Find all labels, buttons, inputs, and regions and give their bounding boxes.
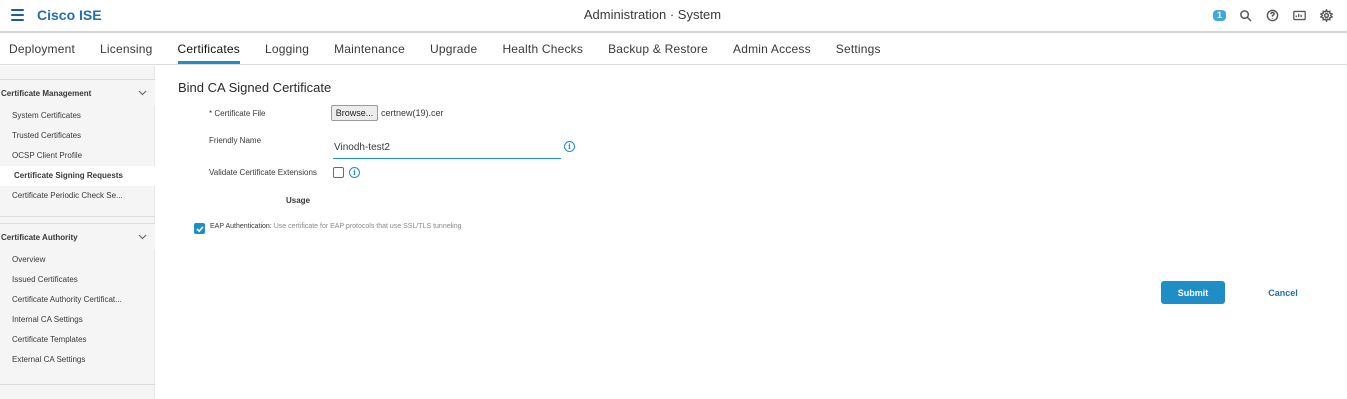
validate-extensions-label: Validate Certificate Extensions	[209, 168, 317, 177]
chevron-down-icon	[138, 233, 147, 242]
sidebar-item-ocsp-client-profile[interactable]: OCSP Client Profile	[0, 146, 155, 166]
validate-extensions-checkbox[interactable]	[333, 167, 344, 178]
info-icon[interactable]: i	[349, 167, 360, 178]
tab-backup-restore[interactable]: Backup & Restore	[608, 35, 708, 64]
page-header-title: Administration · System	[583, 7, 722, 22]
sidebar-section-certificate-authority: Certificate Authority Overview Issued Cer…	[0, 223, 155, 385]
gear-icon[interactable]	[1318, 7, 1334, 23]
selected-file-name: certnew(19).cer	[381, 108, 444, 118]
top-header: Cisco ISE Administration · System 1	[0, 0, 1347, 33]
sidebar-section-header[interactable]: Certificate Management	[0, 79, 155, 106]
sidebar-item-trusted-certificates[interactable]: Trusted Certificates	[0, 126, 155, 146]
sidebar-section-header[interactable]: Certificate Authority	[0, 223, 155, 250]
sidebar-item-certificate-periodic-check-se[interactable]: Certificate Periodic Check Se...	[0, 186, 155, 206]
info-icon[interactable]: i	[564, 141, 575, 152]
help-icon[interactable]	[1264, 7, 1280, 23]
section-title: Certificate Management	[1, 88, 92, 98]
dashboard-icon[interactable]	[1291, 7, 1307, 23]
tab-health-checks[interactable]: Health Checks	[502, 35, 583, 64]
sidebar-item-external-ca-settings[interactable]: External CA Settings	[0, 350, 155, 370]
page-title: Bind CA Signed Certificate	[178, 80, 332, 95]
eap-authentication-checkbox[interactable]	[194, 223, 205, 234]
sidebar-item-certificate-signing-requests[interactable]: Certificate Signing Requests	[0, 166, 155, 186]
sidebar: Certificate Management System Certificat…	[0, 66, 155, 399]
sidebar-item-issued-certificates[interactable]: Issued Certificates	[0, 270, 155, 290]
eap-label: EAP Authentication:	[210, 223, 272, 230]
tab-maintenance[interactable]: Maintenance	[334, 35, 405, 64]
friendly-name-input[interactable]	[333, 136, 561, 159]
tab-deployment[interactable]: Deployment	[9, 35, 75, 64]
tab-certificates[interactable]: Certificates	[177, 35, 241, 64]
notification-badge[interactable]: 1	[1213, 9, 1226, 21]
chevron-down-icon	[138, 89, 147, 98]
eap-description: Use certificate for EAP protocols that u…	[273, 223, 462, 230]
sidebar-item-certificate-templates[interactable]: Certificate Templates	[0, 330, 155, 350]
tab-admin-access[interactable]: Admin Access	[733, 35, 811, 64]
sidebar-item-overview[interactable]: Overview	[0, 250, 155, 270]
sidebar-item-internal-ca-settings[interactable]: Internal CA Settings	[0, 310, 155, 330]
tab-licensing[interactable]: Licensing	[100, 35, 153, 64]
section-title: Certificate Authority	[1, 232, 78, 242]
certificate-file-label: * Certificate File	[209, 109, 266, 118]
main-tabs: Deployment Licensing Certificates Logging Ma…	[0, 35, 1347, 65]
usage-heading: Usage	[286, 196, 311, 205]
search-icon[interactable]	[1237, 7, 1253, 23]
eap-authentication-label: EAP Authentication: Use certificate for …	[210, 223, 462, 230]
tab-logging[interactable]: Logging	[265, 35, 309, 64]
tab-settings[interactable]: Settings	[836, 35, 881, 64]
sidebar-item-certificate-authority-certificat[interactable]: Certificate Authority Certificat...	[0, 290, 155, 310]
tab-upgrade[interactable]: Upgrade	[430, 35, 477, 64]
checkmark-icon	[195, 225, 204, 232]
friendly-name-label: Friendly Name	[209, 136, 262, 145]
sidebar-item-system-certificates[interactable]: System Certificates	[0, 106, 155, 126]
main-content: Bind CA Signed Certificate * Certificate…	[156, 66, 1347, 399]
browse-button[interactable]: Browse...	[331, 105, 378, 121]
submit-button[interactable]: Submit	[1161, 281, 1225, 304]
sidebar-section-certificate-management: Certificate Management System Certificat…	[0, 79, 155, 217]
cancel-button[interactable]: Cancel	[1253, 281, 1313, 304]
